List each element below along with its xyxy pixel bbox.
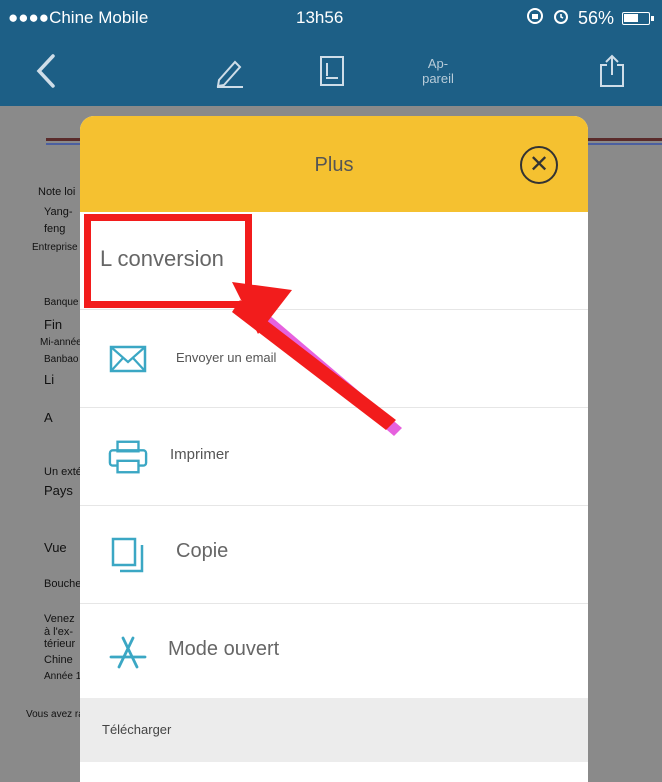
document-text: Fin [44,317,63,332]
section-header-download: Télécharger [80,698,588,762]
alarm-icon [552,7,570,30]
mail-icon [108,339,148,379]
app-store-icon [108,632,148,672]
battery-icon [622,12,654,25]
document-text: A [44,410,53,425]
document-text: feng [44,223,66,235]
pencil-icon[interactable] [210,50,250,92]
menu-item-send-email[interactable]: Envoyer un email [80,310,588,408]
status-bar: ●●●●Chine Mobile 13h56 56% [0,0,662,36]
document-text: Mi-année [40,337,82,348]
book-icon[interactable] [312,50,352,92]
device-button[interactable]: Ap-pareil [412,50,464,92]
document-text: Banbao [44,354,79,365]
menu-item-print[interactable]: Imprimer [80,408,588,506]
document-text: Li [44,372,55,387]
section-label: Télécharger [102,722,172,737]
menu-item-label: Envoyer un email [176,350,277,365]
document-text: Note loi [38,186,76,198]
close-icon[interactable]: ✕ [520,146,558,184]
share-icon[interactable] [592,50,632,92]
document-text: Pays [44,483,73,498]
document-text: à l'ex- [44,626,73,638]
lock-rotation-icon [526,7,544,30]
status-icons: 56% [526,7,654,30]
carrier-label: ●●●●Chine Mobile [8,8,149,27]
document-text: Banque [44,297,79,308]
chevron-left-icon[interactable] [26,50,66,92]
menu-item-open-mode[interactable]: Mode ouvert [80,604,588,700]
printer-icon [108,437,148,477]
menu-item-label: Mode ouvert [168,638,280,660]
battery-percent: 56% [577,8,614,28]
clock: 13h56 [296,8,344,27]
document-text: Venez [44,613,75,625]
document-text: Vue [44,540,67,555]
document-text: Yang- [44,206,73,218]
document-text: Chine [44,654,73,666]
menu-item-copy[interactable]: Copie [80,506,588,604]
menu-item-label: Copie [176,540,229,562]
menu-item-label: Imprimer [170,446,230,463]
sheet-title: Plus [314,154,354,176]
sheet-header: Plus ✕ [80,116,588,212]
document-text: Entreprise [32,242,78,253]
copy-icon [108,535,148,575]
toolbar: Ap-pareil [0,36,662,106]
annotation-highlight-box [84,214,252,308]
document-text: térieur [44,638,76,650]
